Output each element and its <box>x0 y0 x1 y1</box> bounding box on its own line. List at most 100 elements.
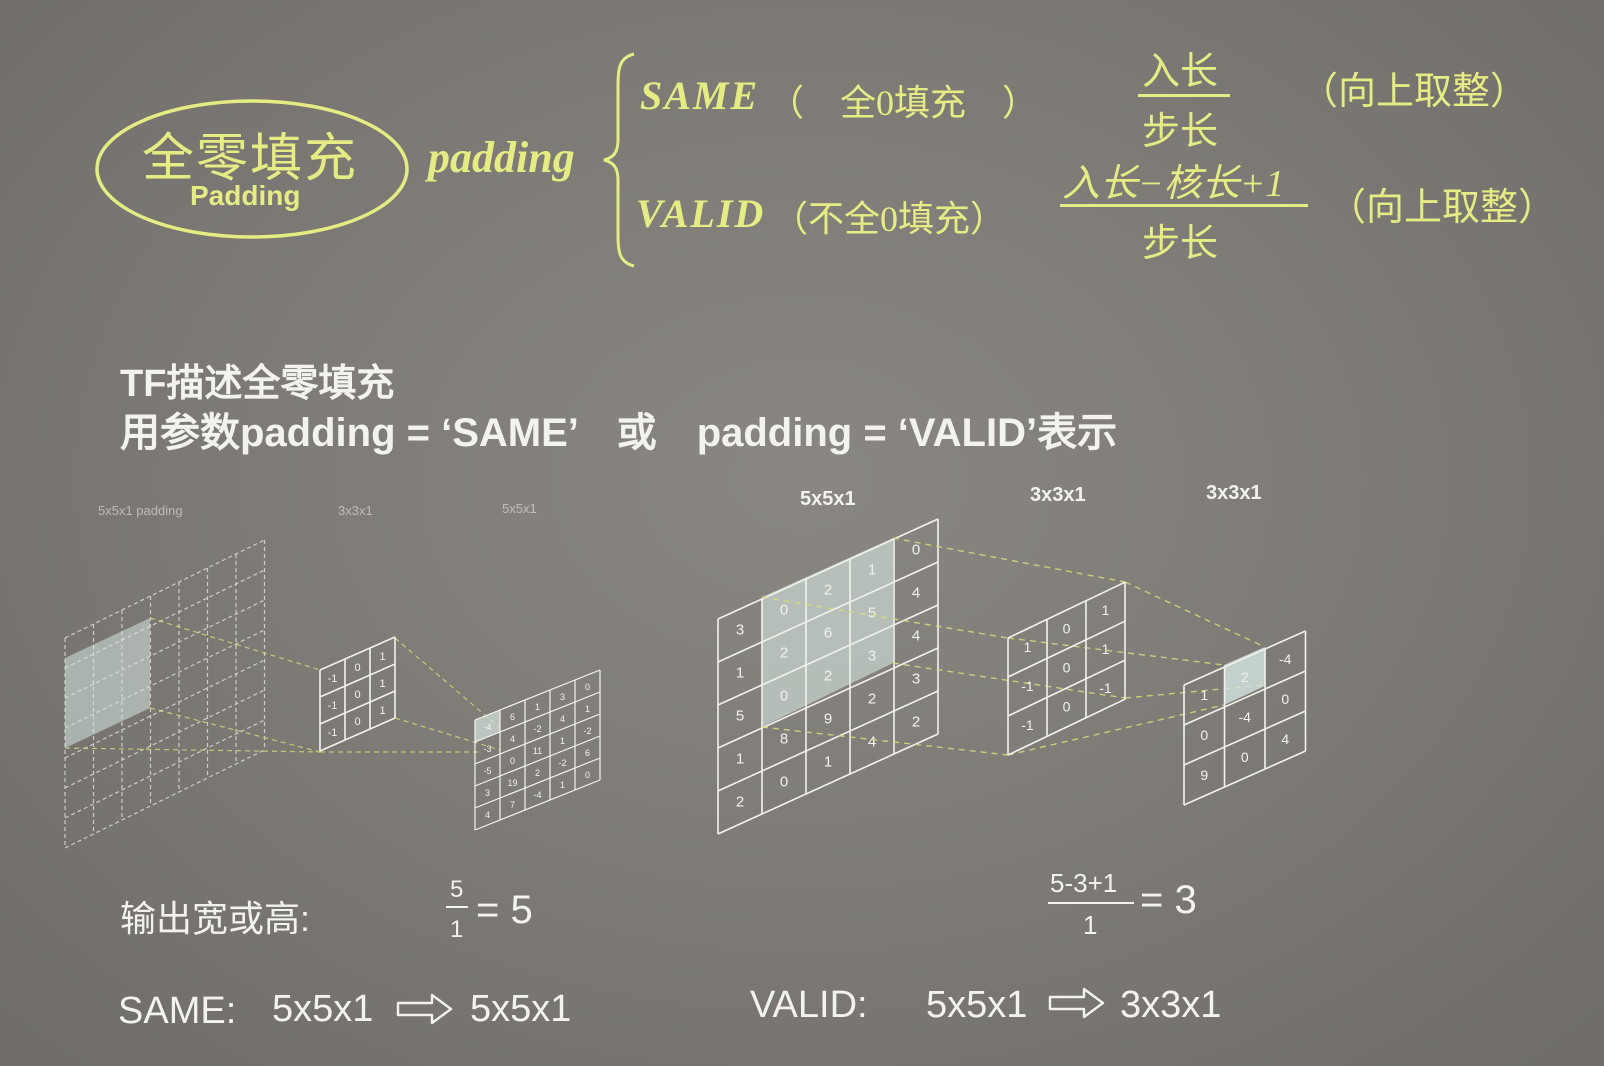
right-input-cell-value: 6 <box>824 625 832 642</box>
right-kernel-cell-value: -1 <box>1099 680 1112 696</box>
left-output-cell-value: 6 <box>510 712 515 722</box>
right-input-cell-value: 2 <box>912 714 920 731</box>
same-fraction-numerator: 入长 <box>1142 51 1219 93</box>
valid-formula-numerator: 5-3+1 <box>1050 868 1118 898</box>
right-output-cell-value: 9 <box>1200 767 1208 783</box>
right-input-cell-value: 2 <box>868 691 876 708</box>
valid-formula-bar <box>1048 902 1134 904</box>
right-input-cell-value: 1 <box>824 754 832 771</box>
left-kernel-cell-value: -1 <box>328 727 338 739</box>
left-output-cell-value: -2 <box>583 726 591 736</box>
left-output-cell-value: -4 <box>533 790 541 800</box>
right-input-cell-value: 2 <box>824 668 832 685</box>
right-kernel-cell-value: -1 <box>1021 717 1034 733</box>
right-input-gridline <box>717 733 939 835</box>
valid-convolution-diagram: 3 0 2 1 0 1 2 6 5 4 5 0 2 3 4 1 8 9 2 3 2 0 1 4 2 1 0 1 -1 0 1 -1 0 -1 1… <box>717 518 1307 835</box>
right-input-cell-value: 1 <box>868 562 876 579</box>
left-kernel-cell-value: 1 <box>379 651 385 663</box>
left-output-cell-value: 4 <box>485 810 490 820</box>
same-formula-result: = 5 <box>476 888 533 932</box>
valid-paren: （不全0填充） <box>772 199 1007 239</box>
left-kernel-cell-value: -1 <box>328 700 338 712</box>
left-label-input: 5x5x1 padding <box>98 503 183 518</box>
valid-fraction-numerator: 入长−核长+1 <box>1062 163 1285 205</box>
left-output-cell-value: 7 <box>510 800 515 810</box>
same-fraction-denominator: 步长 <box>1142 111 1219 153</box>
left-output-cell-value: 4 <box>560 714 565 724</box>
right-input-cell-value: 5 <box>736 708 744 725</box>
valid-fraction-denominator: 步长 <box>1142 223 1219 265</box>
right-output-cell-value: 0 <box>1241 749 1249 765</box>
right-output-cell-value: 2 <box>1241 669 1249 685</box>
summary-same-input: 5x5x1 <box>272 988 374 1030</box>
summary-valid-label: VALID: <box>750 984 868 1026</box>
right-input-cell-value: 2 <box>780 645 788 662</box>
right-input-cell-value: 4 <box>912 585 920 602</box>
left-output-cell-value: 1 <box>535 702 540 712</box>
left-output-cell-value: -2 <box>558 758 566 768</box>
right-input-cell-value: 8 <box>780 731 788 748</box>
left-output-cell-value: 3 <box>485 788 490 798</box>
right-input-cell-value: 5 <box>868 605 876 622</box>
valid-label: VALID <box>636 191 766 236</box>
left-kernel-cell-value: 1 <box>379 678 385 690</box>
right-input-cell-value: 4 <box>912 628 920 645</box>
left-output-cell-value: 1 <box>585 704 590 714</box>
brace-icon <box>603 52 635 268</box>
left-input-gridline <box>64 719 265 819</box>
valid-formula-denominator: 1 <box>1083 910 1098 940</box>
right-input-cell-value: 0 <box>912 542 920 559</box>
left-output-cell-value: 1 <box>560 780 565 790</box>
right-kernel-cell-value: 1 <box>1024 639 1032 655</box>
left-output-cell-value: 11 <box>533 746 542 756</box>
left-kernel-cell-value: 0 <box>354 689 360 701</box>
summary-valid-output: 3x3x1 <box>1120 984 1222 1026</box>
valid-formula-result: = 3 <box>1140 878 1197 922</box>
right-kernel-cell-value: 0 <box>1063 621 1071 637</box>
left-output-cell-value: -2 <box>533 724 541 734</box>
left-output-cell-value: 3 <box>560 692 565 702</box>
left-kernel-cell-value: -1 <box>328 673 338 685</box>
tf-line-1: TF描述全零填充 <box>120 363 395 405</box>
right-input-cell-value: 3 <box>868 648 876 665</box>
output-size-label: 输出宽或高: <box>120 898 311 939</box>
right-input-cell-value: 1 <box>736 751 744 768</box>
summary-valid-input: 5x5x1 <box>926 984 1028 1026</box>
summary-same-label: SAME: <box>118 990 237 1032</box>
left-output-gridline <box>474 735 601 787</box>
left-label-kernel: 3x3x1 <box>338 503 373 518</box>
right-input-cell-value: 2 <box>824 582 832 599</box>
right-output-cell-value: 1 <box>1200 687 1208 703</box>
oval-subtitle: Padding <box>190 180 301 211</box>
right-input-cell-value: 3 <box>912 671 920 688</box>
left-output-gridline <box>474 779 601 831</box>
right-input-cell-value: 0 <box>780 774 788 791</box>
left-kernel-cell-value: 0 <box>354 716 360 728</box>
right-kernel-cell-value: 0 <box>1063 699 1071 715</box>
padding-label: padding <box>428 133 575 182</box>
same-rounding-note: （向上取整） <box>1300 71 1529 113</box>
same-convolution-diagram: -101-101-101 -46130-34-241-50111-23192-2… <box>64 539 601 849</box>
left-output-cell-value: 0 <box>585 682 590 692</box>
right-input-cell-value: 3 <box>736 622 744 639</box>
right-output-cell-value: 0 <box>1281 691 1289 707</box>
right-input-cell-value: 9 <box>824 711 832 728</box>
left-input-gridline <box>64 539 265 639</box>
valid-fraction-bar <box>1060 204 1308 207</box>
left-input-highlight <box>65 618 150 748</box>
right-arrow-icon <box>1048 987 1105 1019</box>
left-output-cell-value: 0 <box>585 770 590 780</box>
left-output-cell-value: -5 <box>483 766 491 776</box>
valid-rounding-note: （向上取整） <box>1328 187 1557 229</box>
left-label-output: 5x5x1 <box>502 501 537 516</box>
left-output-cell-value: 1 <box>560 736 565 746</box>
same-paren: （ 全0填充 ） <box>768 83 1039 123</box>
same-label: SAME <box>640 73 760 118</box>
right-input-cell-value: 2 <box>736 794 744 811</box>
right-output-cell-value: -4 <box>1239 709 1252 725</box>
left-output-cell-value: 0 <box>510 756 515 766</box>
right-kernel-cell-value: 1 <box>1102 641 1110 657</box>
right-output-cell-value: 4 <box>1281 731 1289 747</box>
same-fraction-bar <box>1138 94 1230 97</box>
left-output-gridline <box>474 757 601 809</box>
